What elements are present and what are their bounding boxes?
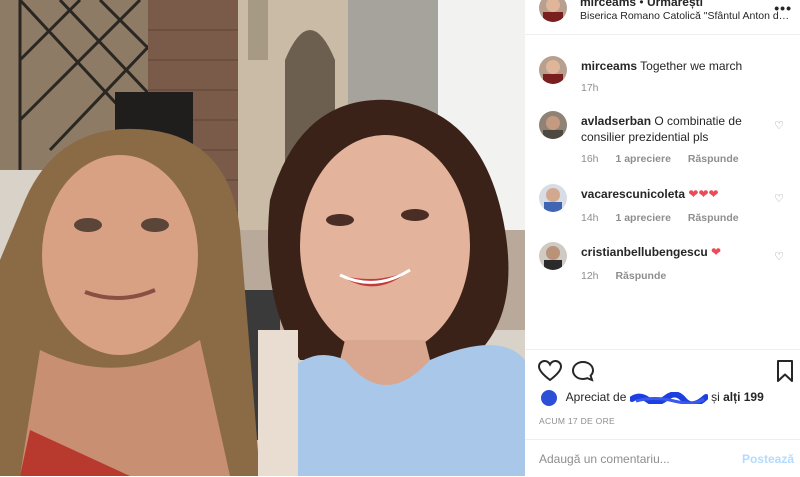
header-separator: •: [639, 0, 644, 9]
comment-icon[interactable]: [571, 360, 595, 387]
caption-text: mirceams Together we march: [581, 58, 766, 74]
heart-icon[interactable]: [537, 359, 563, 387]
caption-body: Together we march: [640, 59, 743, 73]
comment-time[interactable]: 12h: [581, 270, 599, 282]
liker-avatar[interactable]: [541, 390, 557, 406]
comment-username[interactable]: vacarescunicoleta: [581, 187, 685, 201]
comment-text: avladserban O combinatie de consilier pr…: [581, 113, 766, 145]
comment-meta: 14h 1 apreciere Răspunde: [581, 212, 753, 224]
reply-button[interactable]: Răspunde: [615, 270, 666, 282]
post-header: mirceams • Urmărești Biserica Romano Cat…: [525, 0, 800, 35]
author-username[interactable]: mirceams: [580, 0, 636, 9]
likes-prefix: Apreciat de: [565, 390, 627, 405]
comment-time[interactable]: 14h: [581, 212, 599, 224]
location-link[interactable]: Biserica Romano Catolică "Sfântul Anton …: [580, 10, 795, 22]
post-sidebar: mirceams • Urmărești Biserica Romano Cat…: [525, 0, 800, 476]
comment-likes[interactable]: 1 apreciere: [615, 153, 670, 165]
commenter-avatar[interactable]: [539, 184, 567, 212]
post-timestamp[interactable]: ACUM 17 DE ORE: [539, 416, 615, 426]
caption-time[interactable]: 17h: [581, 82, 599, 94]
header-line: mirceams • Urmărești: [580, 0, 703, 9]
comment-meta: 12h Răspunde: [581, 270, 680, 282]
comment-meta: 16h 1 apreciere Răspunde: [581, 153, 753, 165]
comment-body: ❤❤❤: [688, 187, 719, 201]
heart-icon[interactable]: ♡: [774, 192, 784, 205]
reply-button[interactable]: Răspunde: [688, 212, 739, 224]
comment-likes[interactable]: 1 apreciere: [615, 212, 670, 224]
redacted-name-scribble: [629, 392, 708, 404]
commenter-avatar[interactable]: [539, 111, 567, 139]
comment-text: cristianbellubengescu ❤: [581, 244, 766, 260]
selfie-image: [0, 0, 525, 476]
more-icon[interactable]: •••: [774, 0, 792, 16]
heart-icon[interactable]: ♡: [774, 250, 784, 263]
likes-others-link[interactable]: alți 199: [723, 390, 764, 404]
comment-username[interactable]: cristianbellubengescu: [581, 245, 708, 259]
comment-text: vacarescunicoleta ❤❤❤: [581, 186, 766, 202]
bookmark-icon[interactable]: [776, 360, 794, 387]
comment-username[interactable]: avladserban: [581, 114, 651, 128]
caption-avatar[interactable]: [539, 56, 567, 84]
author-avatar[interactable]: [539, 0, 567, 22]
post-comment-button[interactable]: Postează: [742, 452, 794, 466]
caption-username[interactable]: mirceams: [581, 59, 637, 73]
action-bar: Apreciat de și alți 199 ACUM 17 DE ORE: [525, 349, 800, 440]
reply-button[interactable]: Răspunde: [688, 153, 739, 165]
commenter-avatar[interactable]: [539, 242, 567, 270]
likes-summary: Apreciat de și alți 199: [541, 390, 764, 406]
add-comment-bar: Adaugă un comentariu... Postează: [525, 439, 800, 477]
heart-icon[interactable]: ♡: [774, 119, 784, 132]
caption-meta: 17h: [581, 82, 613, 94]
follow-status-button[interactable]: Urmărești: [647, 0, 703, 9]
comment-body: ❤: [711, 245, 722, 259]
likes-and: și: [711, 390, 720, 405]
comment-input[interactable]: Adaugă un comentariu...: [539, 452, 670, 466]
comment-time[interactable]: 16h: [581, 153, 599, 165]
post-photo[interactable]: [0, 0, 525, 476]
